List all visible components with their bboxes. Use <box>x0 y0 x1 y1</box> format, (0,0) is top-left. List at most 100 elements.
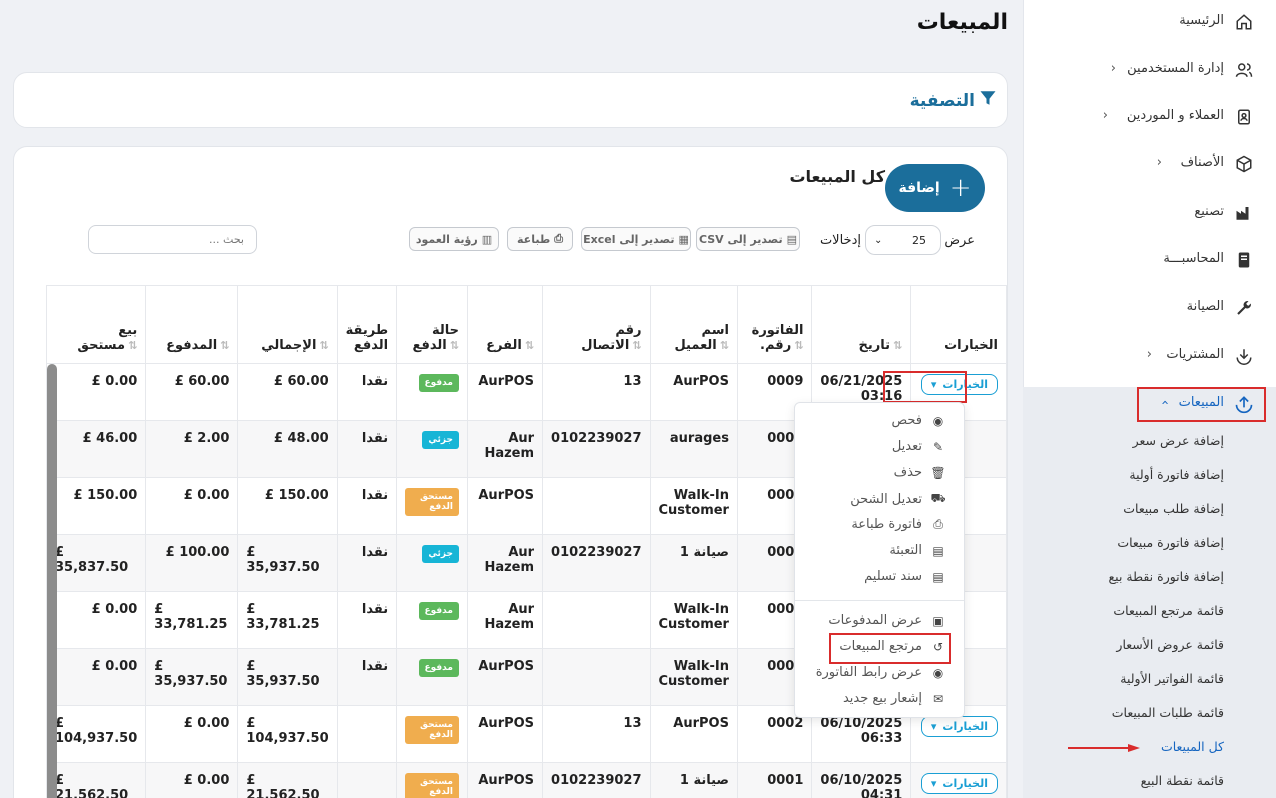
customer-text: AurPOS <box>673 374 729 389</box>
dropdown-item[interactable]: ✉ إشعار بيع جديد <box>843 691 946 706</box>
cell-customer: Walk-In Customer <box>649 591 738 649</box>
header-customer[interactable]: اسم ⇅العميل <box>649 285 738 364</box>
filter-card[interactable]: التصفية <box>13 72 1008 128</box>
submenu-item[interactable]: قائمة الفواتير الأولية <box>1120 671 1224 686</box>
due-text: £ 35,837.50 <box>55 545 129 575</box>
invoice-text: 0001 <box>767 773 804 788</box>
header-payment-status[interactable]: حالة ⇅الدفع <box>396 285 468 364</box>
submenu-item[interactable]: قائمة نقطة البيع <box>1141 773 1224 788</box>
header-total[interactable]: ⇅الإجمالي <box>237 285 338 364</box>
status-badge: مدفوع <box>418 374 459 392</box>
sidebar-item-label: الصيانة <box>1186 299 1224 314</box>
sidebar-item-home[interactable]: الرئيسية <box>1023 0 1276 44</box>
dropdown-item-label: سند تسليم <box>864 569 922 584</box>
method-text: نقدا <box>361 545 389 560</box>
filter-toggle[interactable]: التصفية <box>910 89 997 112</box>
export-excel-button[interactable]: ▦ تصدير إلى Excel <box>581 227 691 251</box>
cell-paid: £ 60.00 <box>145 363 239 421</box>
cell-status: مدفوع <box>396 363 468 421</box>
trash-icon: 🗑 <box>930 465 946 480</box>
add-button[interactable]: + إضافة <box>885 164 985 212</box>
dropdown-item-label: فحص <box>891 413 922 428</box>
header-date[interactable]: ⇅تاريخ <box>811 285 912 364</box>
sidebar-item-label: العملاء و الموردين <box>1126 108 1224 123</box>
dropdown-item[interactable]: ◉ عرض رابط الفاتورة <box>816 665 946 680</box>
cell-phone: 0102239027 <box>542 762 651 798</box>
header-invoice[interactable]: الفاتورة ⇅رقم. <box>736 285 813 364</box>
submenu-item[interactable]: إضافة طلب مبيعات <box>1123 501 1224 516</box>
paid-text: £ 35,937.50 <box>154 659 228 689</box>
submenu-item[interactable]: قائمة طلبات المبيعات <box>1112 705 1224 720</box>
header-branch[interactable]: ⇅الفرع <box>466 285 544 364</box>
cell-paid: £ 0.00 <box>145 705 239 763</box>
entries-select[interactable]: 25 ⌄ <box>865 225 941 255</box>
dropdown-item[interactable]: ⛟ تعديل الشحن <box>850 491 946 507</box>
excel-icon: ▦ <box>678 232 689 246</box>
sidebar-item-label: الأصناف <box>1180 155 1224 170</box>
invoice-text: 0002 <box>767 716 804 731</box>
total-text: £ 48.00 <box>273 431 329 446</box>
dropdown-item[interactable]: ▤ التعبئة <box>889 543 946 558</box>
cell-paid: £ 100.00 <box>145 534 239 592</box>
due-text: £ 0.00 <box>91 659 138 674</box>
sidebar-item-users[interactable]: إدارة المستخدمين ‹ <box>1023 48 1276 92</box>
sidebar-item-products[interactable]: الأصناف ‹ <box>1023 142 1276 186</box>
cell-customer: Walk-In Customer <box>649 648 738 706</box>
cell-method: نقدا <box>336 420 398 478</box>
cell-total: £ 104,937.50 <box>237 705 338 763</box>
contacts-icon <box>1234 107 1254 127</box>
cell-branch: AurPOS <box>466 762 544 798</box>
sidebar-item-accounting[interactable]: المحاسبـــة <box>1023 238 1276 282</box>
header-paid[interactable]: ⇅المدفوع <box>145 285 239 364</box>
red-arrow-annotation <box>1068 744 1140 752</box>
submenu-item-all-sales[interactable]: كل المبيعات <box>1161 739 1224 754</box>
sidebar-item-contacts[interactable]: العملاء و الموردين ‹ <box>1023 95 1276 139</box>
sort-icon: ⇅ <box>449 339 459 352</box>
status-badge: مدفوع <box>418 659 459 677</box>
options-button[interactable]: الخيارات ▾ <box>920 716 998 737</box>
submenu-item[interactable]: قائمة مرتجع المبيعات <box>1113 603 1224 618</box>
dropdown-item[interactable]: ⎙ فاتورة طباعة <box>851 517 946 532</box>
header-due[interactable]: بيع ⇅مستحق <box>45 285 147 364</box>
dropdown-item[interactable]: ▤ سند تسليم <box>864 569 946 584</box>
sort-icon: ⇅ <box>524 339 535 352</box>
submenu-item[interactable]: قائمة عروض الأسعار <box>1116 637 1224 652</box>
export-csv-label: تصدير إلى CSV <box>698 232 783 246</box>
branch-text: Aur Hazem <box>484 602 535 632</box>
options-button[interactable]: الخيارات ▾ <box>920 773 998 794</box>
chevron-down-icon: ⌄ <box>874 234 883 246</box>
sidebar-item-manufacturing[interactable]: تصنيع <box>1023 191 1276 235</box>
column-visibility-button[interactable]: ▥ رؤية العمود <box>409 227 499 251</box>
print-button[interactable]: ⎙ طباعة <box>507 227 573 251</box>
wrench-icon <box>1234 298 1254 318</box>
submenu-item[interactable]: إضافة فاتورة نقطة بيع <box>1109 569 1224 584</box>
cell-customer: aurages <box>649 420 738 478</box>
header-options[interactable]: الخيارات <box>910 285 1007 364</box>
submenu-item[interactable]: إضافة عرض سعر <box>1133 433 1224 448</box>
header-phone[interactable]: رقم ⇅الاتصال <box>542 285 651 364</box>
export-csv-button[interactable]: ▤ تصدير إلى CSV <box>696 227 800 251</box>
submenu-item[interactable]: إضافة فاتورة أولية <box>1129 467 1224 482</box>
dropdown-item[interactable]: ✎ تعديل <box>892 439 946 454</box>
branch-text: AurPOS <box>478 773 535 788</box>
status-badge: مستحق الدفع <box>405 488 459 516</box>
cell-phone <box>542 648 651 706</box>
dropdown-item[interactable]: ▣ عرض المدفوعات <box>828 613 946 628</box>
dropdown-item[interactable]: ◉ فحص <box>891 413 946 428</box>
submenu-item[interactable]: إضافة فاتورة مبيعات <box>1117 535 1224 550</box>
sidebar-item-maintenance[interactable]: الصيانة <box>1023 286 1276 330</box>
customer-text: صيانة 1 <box>679 773 729 788</box>
dropdown-item[interactable]: 🗑 حذف <box>894 465 946 480</box>
sidebar-item-purchases[interactable]: المشتريات ‹ <box>1023 334 1276 378</box>
cell-customer: AurPOS <box>649 363 738 421</box>
header-payment-method[interactable]: طريقة الدفع <box>336 285 398 364</box>
search-input[interactable] <box>88 225 257 254</box>
sort-icon: ⇅ <box>220 339 230 352</box>
chevron-left-icon: ‹ <box>1156 155 1162 170</box>
cell-phone <box>542 591 651 649</box>
cell-customer: AurPOS <box>649 705 738 763</box>
scrollbar[interactable] <box>47 364 57 798</box>
file-icon: ▤ <box>932 543 944 558</box>
cell-status: جزئي <box>396 420 468 478</box>
cell-branch: AurPOS <box>466 363 544 421</box>
